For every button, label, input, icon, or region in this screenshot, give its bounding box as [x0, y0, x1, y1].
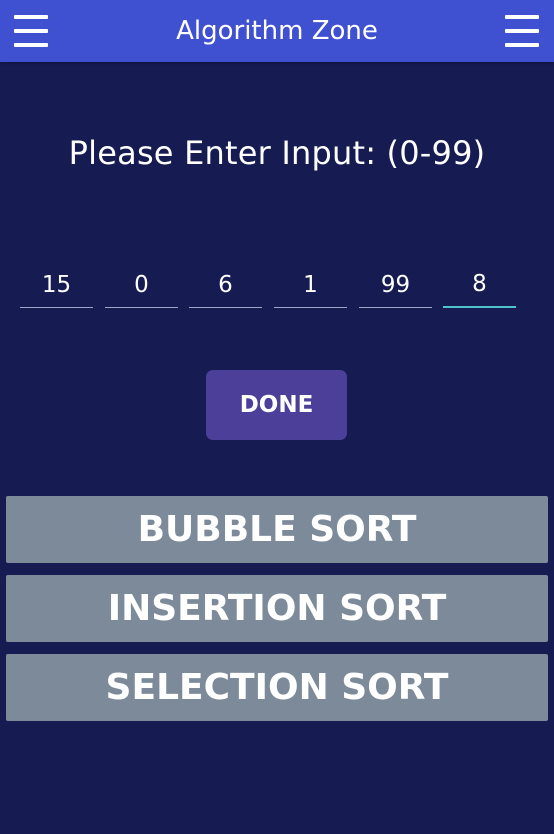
done-button[interactable]: DONE — [206, 370, 347, 440]
number-input-3[interactable] — [189, 262, 262, 308]
app-bar: Algorithm Zone — [0, 0, 554, 62]
insertion-sort-button[interactable]: INSERTION SORT — [6, 575, 548, 642]
app-title: Algorithm Zone — [176, 16, 378, 46]
number-input-row — [20, 262, 520, 312]
selection-sort-button[interactable]: SELECTION SORT — [6, 654, 548, 721]
number-input-5[interactable] — [359, 262, 432, 308]
number-input-4[interactable] — [274, 262, 347, 308]
input-prompt: Please Enter Input: (0-99) — [68, 134, 486, 172]
menu-icon[interactable] — [14, 15, 48, 47]
number-input-6[interactable] — [443, 262, 516, 308]
number-input-1[interactable] — [20, 262, 93, 308]
bubble-sort-button[interactable]: BUBBLE SORT — [6, 496, 548, 563]
number-input-2[interactable] — [105, 262, 178, 308]
menu-icon[interactable] — [505, 15, 539, 47]
